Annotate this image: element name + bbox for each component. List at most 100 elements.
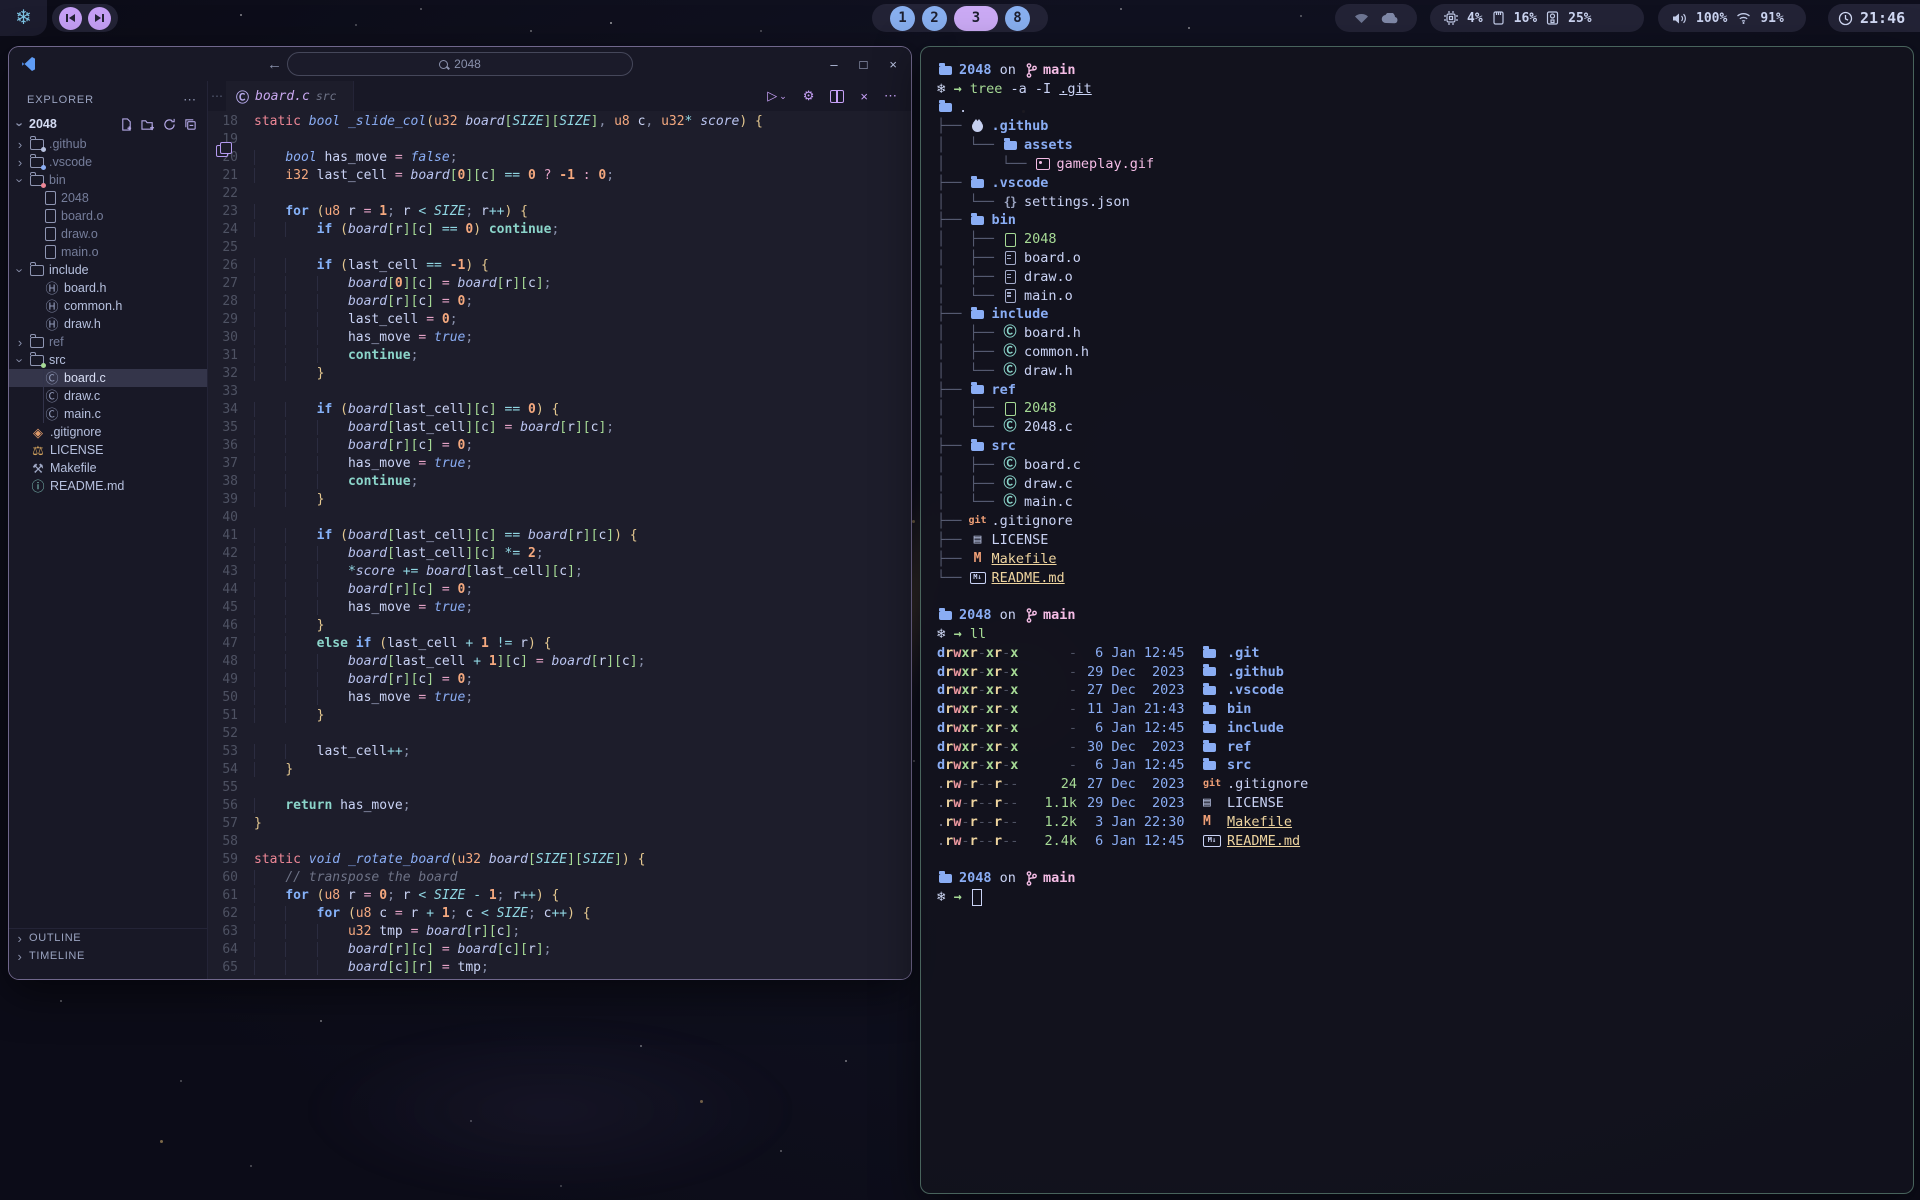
icon: M [970,550,986,569]
workspace-button-2[interactable]: 2 [922,6,947,31]
indent [254,654,285,669]
outline-section[interactable]: › OUTLINE [9,929,207,947]
tree-row: │ └── Ⓒmain.c [937,493,1897,512]
sidebar-item-README.md[interactable]: ⓘREADME.md [9,477,207,495]
file-label: draw.h [64,315,101,333]
media-prev-button[interactable] [59,7,82,30]
perm-char: - [978,664,986,680]
token: [ [387,402,395,417]
tab-overflow-icon[interactable]: ⋯ [208,81,226,111]
sidebar-item-.gitignore[interactable]: ◈.gitignore [9,423,207,441]
listing-row: drwxr-xr-x- 6 Jan 12:45src [937,756,1897,775]
tree-row: └── M↓README.md [937,569,1897,588]
workspace-button-1[interactable]: 1 [890,6,915,31]
sidebar-item-Makefile[interactable]: ⚒Makefile [9,459,207,477]
token: board [348,402,387,417]
workspace-button-3[interactable]: 3 [954,6,998,31]
token: ( [340,402,348,417]
token: ] [567,564,575,579]
tab-board-c[interactable]: Ⓒ board.c src [226,81,354,111]
explorer-more-icon[interactable]: ⋯ [183,92,197,108]
sidebar-item-board.c[interactable]: Ⓒboard.c [9,369,207,387]
token: ] [465,546,473,561]
tree-connector: │ └── [937,493,1002,512]
maximize-button[interactable]: □ [860,57,868,72]
indent [254,636,285,651]
new-file-icon[interactable] [120,118,133,131]
sidebar-item-main.o[interactable]: main.o [9,243,207,261]
sidebar-item-board.o[interactable]: board.o [9,207,207,225]
token: for [285,888,308,903]
tree-row: . [937,99,1897,118]
media-next-button[interactable] [88,7,111,30]
close-editor-icon[interactable]: × [860,89,868,104]
split-editor-icon[interactable] [830,90,844,103]
indent [285,942,316,957]
c-file-icon: Ⓒ [1004,475,1017,494]
token: { [551,402,559,417]
sidebar-item-common.h[interactable]: Ⓗcommon.h [9,297,207,315]
tree-row: ├── ▤LICENSE [937,531,1897,550]
perm-char: - [978,720,986,736]
tree-row: │ └── main.o [937,287,1897,306]
entry-name: .gitignore [1227,775,1308,794]
tree-connector: ├── [937,211,970,230]
collapse-all-icon[interactable] [184,118,197,131]
c-file-icon: Ⓒ [1004,493,1017,512]
file-tree: ›.github›.vscode›bin2048board.odraw.omai… [9,135,207,495]
sidebar-item-src[interactable]: ›src [9,351,207,369]
explorer-root-folder[interactable]: › 2048 [9,113,207,135]
file-label: draw.c [64,387,100,405]
sidebar-item-draw.c[interactable]: Ⓒdraw.c [9,387,207,405]
minimize-button[interactable]: – [830,57,837,72]
terminal-cursor [972,889,982,906]
token: == [505,528,521,543]
sidebar-item-ref[interactable]: ›ref [9,333,207,351]
sidebar-item-main.c[interactable]: Ⓒmain.c [9,405,207,423]
sidebar-item-draw.o[interactable]: draw.o [9,225,207,243]
token: ; [536,546,544,561]
perm-char: - [978,739,986,755]
folder-icon [1203,743,1216,752]
indent [285,312,316,327]
sidebar-item-include[interactable]: ›include [9,261,207,279]
line-number: 58 [208,833,254,851]
sidebar-item-.vscode[interactable]: ›.vscode [9,153,207,171]
command-center-search[interactable]: 2048 [287,52,633,76]
github-icon [972,121,983,132]
token: [ [520,942,528,957]
sidebar-item-draw.h[interactable]: Ⓗdraw.h [9,315,207,333]
sidebar-item-board.h[interactable]: Ⓗboard.h [9,279,207,297]
close-button[interactable]: × [889,57,897,72]
timeline-label: TIMELINE [29,950,85,962]
terminal-window[interactable]: 2048 on main❄ → tree -a -I .git.├── .git… [920,46,1914,1194]
indent [254,708,285,723]
token: ] [403,276,411,291]
perm-char: x [986,720,994,736]
code-line: 44 board[r][c] = 0; [208,581,911,599]
token: bool [285,150,316,165]
new-folder-icon[interactable] [141,118,155,131]
perm-char: x [986,739,994,755]
refresh-icon[interactable] [163,118,176,131]
nix-launcher-button[interactable]: ❄ [0,0,47,36]
sidebar-item-2048[interactable]: 2048 [9,189,207,207]
token: } [317,618,325,633]
git-branch-icon [1026,63,1037,78]
token: board [411,168,450,183]
settings-gear-icon[interactable]: ⚙ [803,88,815,104]
workspace-button-8[interactable]: 8 [1005,6,1030,31]
folder-icon [1203,667,1216,676]
more-actions-icon[interactable]: ⋯ [884,88,897,104]
nav-back-button[interactable]: ← [267,47,282,81]
indent [254,762,285,777]
sidebar-item-LICENSE[interactable]: ⚖LICENSE [9,441,207,459]
code-editor[interactable]: 18static bool _slide_col(u32 board[SIZE]… [208,111,911,979]
sidebar-item-bin[interactable]: ›bin [9,171,207,189]
token: bool [309,114,340,129]
sidebar-item-.github[interactable]: ›.github [9,135,207,153]
tree-row: │ ├── 2048 [937,399,1897,418]
indent [285,474,316,489]
timeline-section[interactable]: › TIMELINE [9,947,207,965]
run-file-button[interactable]: ▷⌄ [767,88,787,104]
